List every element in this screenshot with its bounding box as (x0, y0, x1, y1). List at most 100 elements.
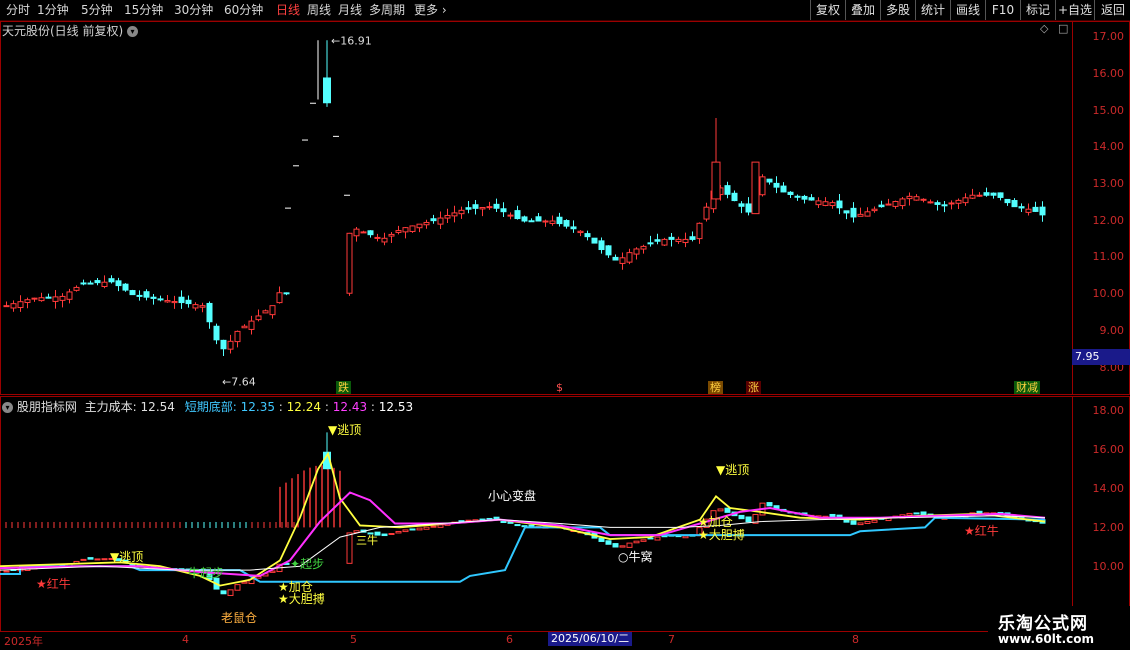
back-button[interactable]: 返回 (1094, 0, 1130, 20)
candle-body (899, 198, 906, 207)
candle-body (206, 302, 213, 323)
candle-body (920, 198, 927, 201)
candle-body (808, 197, 815, 201)
candle-body (388, 233, 395, 237)
candle-body (94, 280, 101, 284)
indicator-candle (766, 502, 773, 507)
period-daily[interactable]: 日线 (276, 2, 300, 18)
candle-body (171, 301, 178, 304)
marker-bang[interactable]: 榜 (708, 381, 723, 394)
mark-button[interactable]: 标记 (1020, 0, 1055, 20)
indicator-candle (94, 558, 101, 561)
candle-body (654, 239, 661, 242)
indicator-tick: 10.00 (1092, 560, 1125, 573)
multi-stock-button[interactable]: 多股 (880, 0, 915, 20)
candle-body (472, 204, 479, 209)
add-watchlist-button[interactable]: +自选 (1055, 0, 1094, 20)
candle-body (955, 199, 962, 204)
annotation-escape-top: ▼逃顶 (716, 463, 750, 477)
more-label: 更多 (414, 3, 439, 17)
price-tick: 10.00 (1092, 287, 1125, 300)
indicator-tick: 14.00 (1092, 482, 1125, 495)
period-more[interactable]: 更多 › (414, 2, 447, 18)
candle-body (864, 211, 871, 217)
candle-body (458, 209, 465, 215)
candle-body (626, 252, 633, 263)
candle-body (969, 194, 976, 199)
indicator-candle (402, 529, 409, 533)
period-15min[interactable]: 15分钟 (124, 2, 163, 18)
marker-dollar[interactable]: $ (556, 381, 563, 394)
annotation-text: 逃顶 (725, 463, 750, 477)
candle-body (323, 77, 331, 104)
price-tick: 16.00 (1092, 67, 1125, 80)
candle-body (535, 216, 542, 222)
candle-body (801, 195, 808, 200)
period-60min[interactable]: 60分钟 (224, 2, 263, 18)
annotation-text: 大胆搏 (288, 592, 325, 606)
annotation-text: 红牛 (974, 524, 999, 538)
candle-body (136, 294, 143, 297)
indicator-candle (626, 542, 633, 548)
candle-body (199, 305, 206, 308)
period-5min[interactable]: 5分钟 (81, 2, 113, 18)
marker-die[interactable]: 跌 (336, 381, 351, 394)
marker-zhang[interactable]: 涨 (746, 381, 761, 394)
candle-body (374, 236, 381, 239)
indicator-candle (395, 530, 402, 534)
candle-body (115, 280, 122, 287)
candle-body (689, 236, 696, 240)
candle-body (395, 230, 402, 233)
candle-body (101, 281, 108, 288)
candle-body (934, 202, 941, 205)
high-price-label: ←16.91 (331, 34, 372, 47)
candle-body (402, 227, 409, 233)
candle-body (129, 290, 136, 296)
candle-body (962, 197, 969, 204)
support-line (0, 516, 1046, 583)
candle-body (794, 195, 801, 198)
f10-button[interactable]: F10 (985, 0, 1020, 20)
period-30min[interactable]: 30分钟 (174, 2, 213, 18)
candle-body (787, 191, 794, 196)
candle-body (892, 200, 899, 207)
date-year: 2025年 (4, 635, 43, 648)
period-weekly[interactable]: 周线 (307, 2, 331, 18)
annotation-text: 红牛 (46, 577, 71, 591)
marker-caijian[interactable]: 财减 (1014, 381, 1040, 394)
candle-body (563, 220, 570, 227)
candle-body (1004, 198, 1011, 204)
candle-body (514, 210, 521, 220)
indicator-candle (220, 590, 227, 595)
indicator-axis: 18.00 16.00 14.00 12.00 10.00 (1072, 396, 1130, 632)
date-axis: 2025年 4 5 6 7 8 2025/06/10/二 (0, 631, 1072, 648)
period-multi[interactable]: 多周期 (369, 2, 405, 18)
period-fenshi[interactable]: 分时 (6, 2, 30, 18)
period-1min[interactable]: 1分钟 (37, 2, 69, 18)
candle-body (521, 216, 528, 222)
overlay-button[interactable]: 叠加 (845, 0, 880, 20)
candle-body (276, 292, 283, 304)
draw-line-button[interactable]: 画线 (950, 0, 985, 20)
candle-body (283, 292, 290, 295)
period-monthly[interactable]: 月线 (338, 2, 362, 18)
candle-body (815, 200, 822, 206)
stats-button[interactable]: 统计 (915, 0, 950, 20)
main-price-axis: 17.00 16.00 15.00 14.00 13.00 12.00 11.0… (1072, 21, 1130, 395)
price-tick: 13.00 (1092, 177, 1125, 190)
annotation-bold-bet: ★大胆搏 (698, 528, 745, 542)
annotation-caution: 小心变盘 (488, 489, 537, 503)
annotation-escape-top: ▼逃顶 (110, 550, 144, 564)
candle-body (696, 222, 703, 240)
candle-body (66, 291, 73, 300)
candle-body (682, 238, 689, 244)
price-tick: 14.00 (1092, 140, 1125, 153)
candle-body (668, 236, 675, 240)
indicator-candle (605, 540, 612, 545)
candle-body (87, 282, 94, 285)
candle-body (178, 296, 185, 304)
indicator-candle (3, 570, 10, 573)
fuquan-button[interactable]: 复权 (810, 0, 845, 20)
date-month: 5 (350, 633, 357, 646)
indicator-candle (423, 526, 430, 530)
